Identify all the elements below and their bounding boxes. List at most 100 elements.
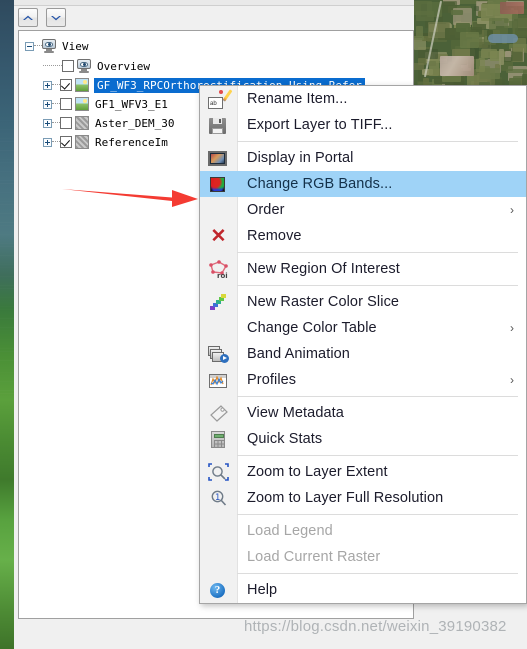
tree-row-label: Overview	[97, 59, 150, 73]
menu-item-band-animation[interactable]: Band Animation	[200, 341, 526, 367]
expander-minus-icon[interactable]	[25, 41, 34, 51]
menu-item-change-rgb-bands[interactable]: Change RGB Bands...	[200, 171, 526, 197]
tree-row-label: GF1_WFV3_E1	[95, 97, 168, 111]
menu-item-label: Band Animation	[247, 346, 350, 362]
menu-item-label: Load Current Raster	[247, 549, 381, 565]
menu-item-label: Quick Stats	[247, 431, 323, 447]
menu-separator	[200, 452, 526, 459]
menu-item-quick-stats[interactable]: Quick Stats	[200, 426, 526, 452]
svg-text:1: 1	[215, 493, 220, 503]
submenu-chevron-icon: ›	[510, 321, 514, 335]
menu-item-label: New Raster Color Slice	[247, 294, 400, 310]
help-icon: ?	[200, 577, 237, 603]
menu-separator	[200, 511, 526, 518]
tree-row-label: View	[62, 39, 89, 53]
menu-item-label: Remove	[247, 228, 302, 244]
chevron-down-icon	[51, 15, 61, 20]
tree-connector	[52, 103, 60, 105]
menu-item-label: Display in Portal	[247, 150, 354, 166]
rgb-bands-icon	[200, 171, 237, 197]
menu-item-label: Help	[247, 582, 278, 598]
desktop-wallpaper-strip	[0, 0, 14, 649]
tree-toolbar	[14, 6, 527, 29]
tree-connector	[34, 45, 42, 47]
menu-item-new-raster-color-slice[interactable]: New Raster Color Slice	[200, 289, 526, 315]
menu-separator	[200, 138, 526, 145]
menu-item-change-color-table[interactable]: Change Color Table ›	[200, 315, 526, 341]
menu-separator	[200, 249, 526, 256]
collapse-up-button[interactable]	[18, 8, 38, 27]
svg-text:roi: roi	[217, 272, 228, 279]
menu-item-label: Order	[247, 202, 285, 218]
portal-icon	[200, 145, 237, 171]
menu-item-label: Load Legend	[247, 523, 333, 539]
menu-item-rename-item[interactable]: ab Rename Item...	[200, 86, 526, 112]
menu-item-new-region-of-interest[interactable]: roi New Region Of Interest	[200, 256, 526, 282]
layer-visibility-checkbox[interactable]	[60, 98, 72, 110]
menu-item-view-metadata[interactable]: View Metadata	[200, 400, 526, 426]
submenu-chevron-icon: ›	[510, 373, 514, 387]
menu-item-help[interactable]: ? Help	[200, 577, 526, 603]
menu-item-label: View Metadata	[247, 405, 344, 421]
tree-connector	[43, 65, 62, 67]
layer-visibility-checkbox[interactable]	[60, 136, 72, 148]
menu-item-zoom-to-layer-extent[interactable]: Zoom to Layer Extent	[200, 459, 526, 485]
submenu-chevron-icon: ›	[510, 203, 514, 217]
tree-connector	[52, 84, 60, 86]
layer-visibility-checkbox[interactable]	[60, 79, 72, 91]
no-icon	[200, 315, 237, 341]
menu-item-display-in-portal[interactable]: Display in Portal	[200, 145, 526, 171]
expander-plus-icon[interactable]	[43, 99, 52, 109]
save-disk-icon	[200, 112, 237, 138]
menu-item-load-legend: Load Legend	[200, 518, 526, 544]
zoom-extent-icon	[200, 459, 237, 485]
monitor-eye-icon	[77, 59, 91, 73]
layer-visibility-checkbox[interactable]	[60, 117, 72, 129]
menu-item-remove[interactable]: ✕ Remove	[200, 223, 526, 249]
menu-item-label: New Region Of Interest	[247, 261, 400, 277]
menu-item-label: Profiles	[247, 372, 297, 388]
red-arrow-annotation	[62, 189, 198, 207]
tree-row[interactable]: Overview	[43, 57, 150, 75]
menu-item-zoom-to-layer-full-resolution[interactable]: 1 Zoom to Layer Full Resolution	[200, 485, 526, 511]
menu-item-list: ab Rename Item... Export Layer to TIFF..…	[200, 86, 526, 603]
gray-raster-icon	[75, 135, 89, 149]
expander-plus-icon[interactable]	[43, 118, 52, 128]
menu-item-label: Change Color Table	[247, 320, 377, 336]
no-icon	[200, 518, 237, 544]
no-icon	[200, 544, 237, 570]
menu-item-label: Zoom to Layer Full Resolution	[247, 490, 444, 506]
tree-row[interactable]: Aster_DEM_30	[43, 114, 174, 132]
tree-connector	[52, 141, 60, 143]
expander-plus-icon[interactable]	[43, 80, 52, 90]
tag-metadata-icon	[200, 400, 237, 426]
menu-separator	[200, 570, 526, 577]
tree-connector	[52, 122, 60, 124]
tree-row[interactable]: View	[25, 37, 89, 55]
menu-item-order[interactable]: Order ›	[200, 197, 526, 223]
tree-row[interactable]: GF1_WFV3_E1	[43, 95, 168, 113]
tree-row[interactable]: ReferenceIm	[43, 133, 168, 151]
layer-context-menu[interactable]: ab Rename Item... Export Layer to TIFF..…	[199, 85, 527, 604]
menu-item-export-layer-to-tiff[interactable]: Export Layer to TIFF...	[200, 112, 526, 138]
raster-layer-icon	[75, 78, 89, 92]
tree-row-label: Aster_DEM_30	[95, 116, 175, 130]
menu-separator	[200, 282, 526, 289]
calculator-icon	[200, 426, 237, 452]
expand-down-button[interactable]	[46, 8, 66, 27]
remove-x-icon: ✕	[210, 225, 227, 247]
menu-item-profiles[interactable]: Profiles ›	[200, 367, 526, 393]
no-icon	[200, 197, 237, 223]
menu-item-label: Zoom to Layer Extent	[247, 464, 388, 480]
menu-item-label: Rename Item...	[247, 91, 348, 107]
color-slice-icon	[200, 289, 237, 315]
layer-visibility-checkbox[interactable]	[62, 60, 74, 72]
screenshot-root: View Overview GF_WF3_RPCOrthorectificati…	[0, 0, 527, 649]
zoom-one-icon: 1	[200, 485, 237, 511]
chevron-up-icon	[23, 15, 33, 20]
menu-item-label: Export Layer to TIFF...	[247, 117, 393, 133]
menu-separator	[200, 393, 526, 400]
raster-layer-icon	[75, 97, 89, 111]
band-animation-icon	[200, 341, 237, 367]
expander-plus-icon[interactable]	[43, 137, 52, 147]
